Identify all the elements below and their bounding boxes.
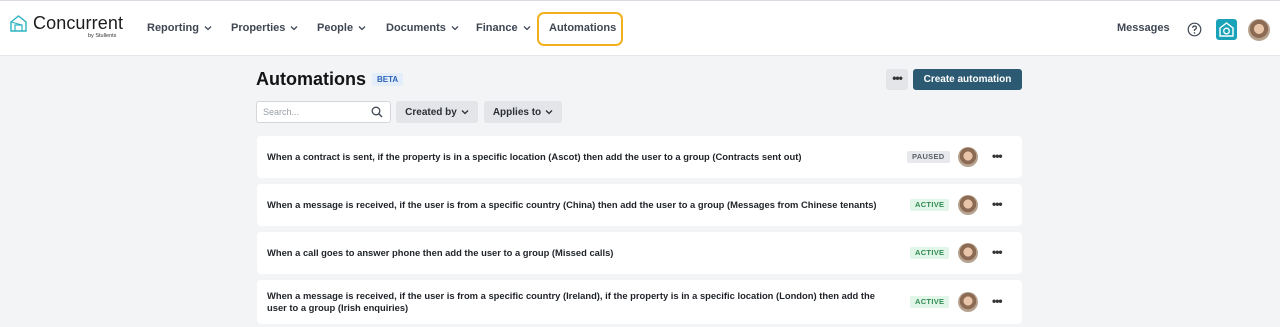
status-badge: ACTIVE bbox=[910, 247, 950, 259]
nav-properties[interactable]: Properties bbox=[231, 22, 298, 34]
search-box bbox=[256, 101, 391, 123]
automation-description: When a contract is sent, if the property… bbox=[267, 151, 801, 163]
page-title: Automations bbox=[256, 69, 366, 89]
nav-automations[interactable]: Automations bbox=[549, 22, 616, 34]
messages-link[interactable]: Messages bbox=[1117, 22, 1170, 34]
nav-label: Documents bbox=[386, 22, 446, 34]
applies-to-filter[interactable]: Applies to bbox=[484, 101, 562, 123]
nav-label: Finance bbox=[476, 22, 518, 34]
automation-description: When a message is received, if the user … bbox=[267, 199, 877, 211]
row-more-button[interactable]: ••• bbox=[992, 150, 1010, 164]
status-badge: ACTIVE bbox=[910, 296, 950, 308]
nav-finance[interactable]: Finance bbox=[476, 22, 531, 34]
top-navigation-bar: Concurrent by Stullents Reporting Proper… bbox=[0, 0, 1280, 56]
more-options-button[interactable]: ••• bbox=[886, 69, 908, 90]
nav-label: Properties bbox=[231, 22, 286, 34]
automation-row[interactable]: When a message is received, if the user … bbox=[257, 280, 1022, 324]
creator-avatar bbox=[958, 147, 978, 167]
brand-home-icon bbox=[1219, 22, 1234, 37]
user-avatar[interactable] bbox=[1248, 19, 1270, 41]
create-automation-button[interactable]: Create automation bbox=[913, 69, 1022, 90]
brand-subtitle: by Stullents bbox=[88, 33, 117, 39]
beta-badge: BETA bbox=[372, 73, 404, 86]
filter-label: Applies to bbox=[492, 106, 542, 118]
creator-avatar bbox=[958, 195, 978, 215]
search-icon[interactable] bbox=[371, 106, 383, 118]
row-more-button[interactable]: ••• bbox=[992, 198, 1010, 212]
automation-row[interactable]: When a message is received, if the user … bbox=[257, 184, 1022, 226]
nav-label: Automations bbox=[549, 22, 617, 34]
chevron-down-icon bbox=[290, 26, 298, 31]
description-line: When a message is received, if the user … bbox=[267, 290, 875, 301]
search-input[interactable] bbox=[263, 105, 363, 119]
automation-row[interactable]: When a contract is sent, if the property… bbox=[257, 136, 1022, 178]
chevron-down-icon bbox=[523, 26, 531, 31]
nav-people[interactable]: People bbox=[317, 22, 366, 34]
description-line: When a contract is sent, if the property… bbox=[267, 151, 802, 162]
row-more-button[interactable]: ••• bbox=[992, 246, 1010, 260]
description-line: When a call goes to answer phone then ad… bbox=[267, 247, 614, 258]
nav-documents[interactable]: Documents bbox=[386, 22, 459, 34]
chevron-down-icon bbox=[204, 26, 212, 31]
row-more-button[interactable]: ••• bbox=[992, 295, 1010, 309]
chevron-down-icon bbox=[451, 26, 459, 31]
automation-row[interactable]: When a call goes to answer phone then ad… bbox=[257, 232, 1022, 274]
nav-label: People bbox=[317, 22, 354, 34]
automation-description: When a message is received, if the user … bbox=[267, 290, 875, 314]
chevron-down-icon bbox=[461, 110, 469, 115]
created-by-filter[interactable]: Created by bbox=[396, 101, 478, 123]
description-line: user to a group (Irish enquiries) bbox=[267, 302, 409, 313]
brand-home-button[interactable] bbox=[1216, 19, 1237, 40]
nav-label: Reporting bbox=[147, 22, 199, 34]
brand-name: Concurrent bbox=[33, 13, 124, 33]
status-badge: PAUSED bbox=[907, 151, 950, 163]
creator-avatar bbox=[958, 292, 978, 312]
chevron-down-icon bbox=[358, 26, 366, 31]
description-line: When a message is received, if the user … bbox=[267, 199, 877, 210]
automation-description: When a call goes to answer phone then ad… bbox=[267, 247, 613, 259]
help-icon[interactable] bbox=[1187, 22, 1202, 37]
brand-logo[interactable]: Concurrent by Stullents bbox=[9, 13, 124, 42]
chevron-down-icon bbox=[545, 110, 553, 115]
status-badge: ACTIVE bbox=[910, 199, 950, 211]
filter-label: Created by bbox=[405, 106, 457, 118]
creator-avatar bbox=[958, 243, 978, 263]
nav-reporting[interactable]: Reporting bbox=[147, 22, 212, 34]
logo-house-icon bbox=[10, 15, 27, 32]
